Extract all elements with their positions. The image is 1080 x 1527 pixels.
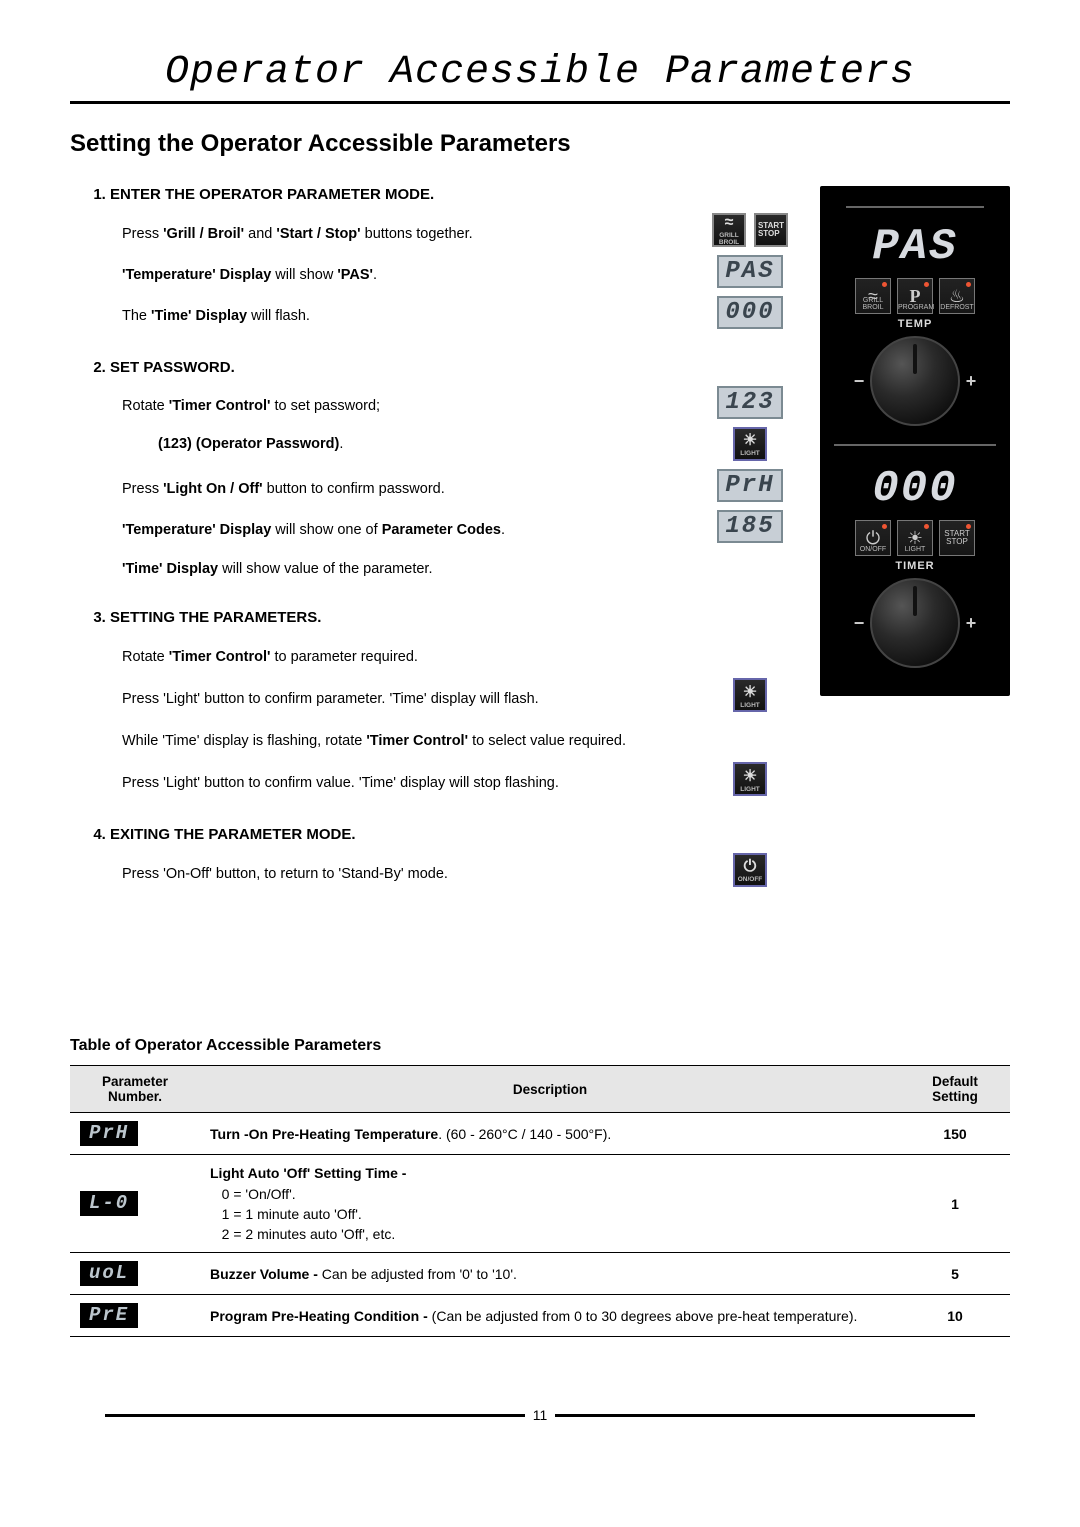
step-title: Exiting the Parameter Mode.	[110, 826, 790, 843]
timer-dial[interactable]	[870, 578, 960, 668]
bottom-button-row: ⏻ON/OFF ☀LIGHT STARTSTOP	[832, 520, 998, 556]
step-line: Rotate 'Timer Control' to parameter requ…	[122, 647, 418, 667]
temp-plus[interactable]: +	[964, 371, 978, 392]
temp-dial[interactable]	[870, 336, 960, 426]
time-display: 000	[832, 464, 998, 514]
control-panel: PAS ≈GRILL BROIL PPROGRAM ♨DEFROST TEMP …	[820, 186, 1010, 696]
step-line: Press 'Light' button to confirm value. '…	[122, 773, 559, 793]
light-button-icon: ☀LIGHT	[733, 427, 767, 461]
step-line: (123) (Operator Password).	[122, 434, 343, 454]
on-off-button[interactable]: ⏻ON/OFF	[855, 520, 891, 556]
param-description: Buzzer Volume - Can be adjusted from '0'…	[200, 1253, 900, 1295]
timer-label: TIMER	[832, 560, 998, 572]
lcd-value-PAS: PAS	[717, 255, 783, 288]
power-button-icon: ⏻ON/OFF	[733, 853, 767, 887]
param-default: 10	[900, 1295, 1010, 1337]
step-title: Setting the Parameters.	[110, 609, 790, 626]
section-title: Setting the Operator Accessible Paramete…	[70, 130, 1010, 158]
instructions-column: Enter the Operator Parameter Mode. Press …	[70, 186, 790, 917]
temp-label: TEMP	[832, 318, 998, 330]
param-code: L-0	[70, 1155, 200, 1253]
step-line: Press 'Light On / Off' button to confirm…	[122, 479, 445, 499]
col-header-number: Parameter Number.	[70, 1066, 200, 1113]
step-line: Rotate 'Timer Control' to set password;	[122, 396, 380, 416]
light-button[interactable]: ☀LIGHT	[897, 520, 933, 556]
step-1: Enter the Operator Parameter Mode. Press …	[110, 186, 790, 337]
top-button-row: ≈GRILL BROIL PPROGRAM ♨DEFROST	[832, 278, 998, 314]
program-button[interactable]: PPROGRAM	[897, 278, 933, 314]
lcd-value-PrH: PrH	[717, 469, 783, 502]
table-row: L-0Light Auto 'Off' Setting Time - 0 = '…	[70, 1155, 1010, 1253]
step-line: 'Temperature' Display will show one of P…	[122, 520, 505, 540]
grill-broil-button[interactable]: ≈GRILL BROIL	[855, 278, 891, 314]
param-code: PrH	[70, 1113, 200, 1155]
step-line: 'Time' Display will show value of the pa…	[122, 559, 432, 579]
lcd-value-185: 185	[717, 510, 783, 543]
col-header-default: Default Setting	[900, 1066, 1010, 1113]
step-3: Setting the Parameters. Rotate 'Timer Con…	[110, 609, 790, 804]
step-line: 'Temperature' Display will show 'PAS'.	[122, 265, 377, 285]
table-row: PrEProgram Pre-Heating Condition - (Can …	[70, 1295, 1010, 1337]
param-default: 1	[900, 1155, 1010, 1253]
step-2: Set Password. Rotate 'Timer Control' to s…	[110, 359, 790, 587]
temperature-display: PAS	[832, 222, 998, 272]
step-title: Enter the Operator Parameter Mode.	[110, 186, 790, 203]
param-code: uoL	[70, 1253, 200, 1295]
step-4: Exiting the Parameter Mode. Press 'On-Off…	[110, 826, 790, 895]
lcd-value-123: 123	[717, 386, 783, 419]
light-button-icon: ☀LIGHT	[733, 678, 767, 712]
start-stop-button[interactable]: STARTSTOP	[754, 213, 788, 247]
light-button[interactable]: ☀LIGHT	[733, 427, 767, 461]
table-row: uoLBuzzer Volume - Can be adjusted from …	[70, 1253, 1010, 1295]
page-number: 11	[533, 1407, 548, 1423]
light-button-icon: ☀LIGHT	[733, 762, 767, 796]
step-line: Press 'Light' button to confirm paramete…	[122, 689, 539, 709]
temp-minus[interactable]: −	[852, 371, 866, 392]
light-button[interactable]: ☀LIGHT	[733, 678, 767, 712]
table-title: Table of Operator Accessible Parameters	[70, 1037, 1010, 1055]
step-line: While 'Time' display is flashing, rotate…	[122, 731, 626, 751]
start-stop-button[interactable]: STARTSTOP	[939, 520, 975, 556]
grill-broil-button[interactable]: ≈GRILLBROIL	[712, 213, 746, 247]
timer-plus[interactable]: +	[964, 613, 978, 634]
step-line: Press 'On-Off' button, to return to 'Sta…	[122, 864, 448, 884]
lcd-value-000: 000	[717, 296, 783, 329]
step-title: Set Password.	[110, 359, 790, 376]
page-title: Operator Accessible Parameters	[70, 50, 1010, 104]
defrost-button[interactable]: ♨DEFROST	[939, 278, 975, 314]
param-description: Turn -On Pre-Heating Temperature. (60 - …	[200, 1113, 900, 1155]
param-description: Program Pre-Heating Condition - (Can be …	[200, 1295, 900, 1337]
timer-minus[interactable]: −	[852, 613, 866, 634]
light-button[interactable]: ☀LIGHT	[733, 762, 767, 796]
step-line: Press 'Grill / Broil' and 'Start / Stop'…	[122, 224, 473, 244]
grill-start-pair-icon: ≈GRILLBROIL STARTSTOP	[712, 213, 788, 247]
param-default: 150	[900, 1113, 1010, 1155]
param-default: 5	[900, 1253, 1010, 1295]
param-description: Light Auto 'Off' Setting Time - 0 = 'On/…	[200, 1155, 900, 1253]
step-line: The 'Time' Display will flash.	[122, 306, 310, 326]
param-code: PrE	[70, 1295, 200, 1337]
parameter-table: Parameter Number. Description Default Se…	[70, 1065, 1010, 1337]
col-header-description: Description	[200, 1066, 900, 1113]
on-off-button[interactable]: ⏻ON/OFF	[733, 853, 767, 887]
table-row: PrHTurn -On Pre-Heating Temperature. (60…	[70, 1113, 1010, 1155]
